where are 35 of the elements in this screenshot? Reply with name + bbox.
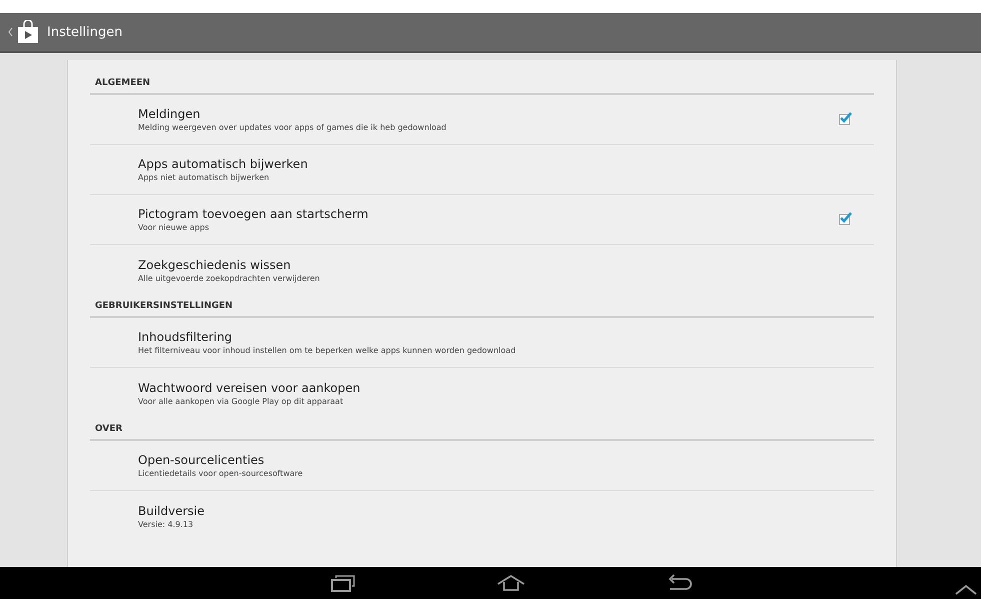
setting-summary: Versie: 4.9.13: [138, 520, 194, 528]
back-caret-icon[interactable]: [8, 27, 13, 37]
shopping-bag-play-icon[interactable]: [17, 20, 39, 44]
setting-title: Open-sourcelicenties: [138, 453, 266, 467]
home-icon[interactable]: [496, 574, 526, 592]
caret-up-icon[interactable]: [955, 583, 977, 595]
screen-title: Instellingen: [47, 24, 123, 40]
setting-title: Zoekgeschiedenis wissen: [138, 258, 292, 272]
setting-title: Inhoudsfiltering: [138, 330, 234, 344]
setting-summary: Het filterniveau voor inhoud instellen om te beperken welke apps kunnen worden gedownload: [138, 346, 517, 355]
recent-apps-icon[interactable]: [330, 574, 356, 592]
section-heading: ALGEMEEN: [90, 78, 874, 95]
section-heading: GEBRUIKERSINSTELLINGEN: [90, 301, 874, 318]
setting-title: Wachtwoord vereisen voor aankopen: [138, 380, 362, 394]
setting-summary: Licentiedetails voor open-sourcesoftware: [138, 469, 304, 478]
setting-summary: Voor nieuwe apps: [138, 223, 210, 232]
setting-summary: Alle uitgevoerde zoekopdrachten verwijderen: [138, 274, 321, 282]
settings-row[interactable]: Wachtwoord vereisen voor aankopen Voor alle aankopen via Google Play op dit apparaat: [90, 368, 874, 418]
settings-row[interactable]: Zoekgeschiedenis wissen Alle uitgevoerde zoekopdrachten verwijderen: [90, 245, 874, 295]
setting-title: Apps automatisch bijwerken: [138, 157, 309, 171]
settings-row[interactable]: Pictogram toevoegen aan startscherm Voor nieuwe apps: [90, 195, 874, 245]
settings-row[interactable]: Inhoudsfiltering Het filterniveau voor inhoud instellen om te beperken welke apps kunnen worden gedownload: [90, 318, 874, 368]
setting-title: Buildversie: [138, 504, 206, 518]
checkbox[interactable]: [839, 114, 850, 125]
section-heading: OVER: [90, 424, 874, 441]
setting-title: Meldingen: [138, 107, 202, 121]
setting-summary: Voor alle aankopen via Google Play op dit apparaat: [138, 396, 344, 406]
setting-summary: Melding weergeven over updates voor apps of games die ik heb gedownload: [138, 123, 448, 132]
setting-title: Pictogram toevoegen aan startscherm: [138, 207, 370, 221]
settings-row[interactable]: Open-sourcelicenties Licentiedetails voor open-sourcesoftware: [90, 441, 874, 491]
settings-row[interactable]: Buildversie Versie: 4.9.13: [90, 491, 874, 541]
settings-row[interactable]: Meldingen Melding weergeven over updates voor apps of games die ik heb gedownload: [90, 95, 874, 145]
settings-row[interactable]: Apps automatisch bijwerken Apps niet automatisch bijwerken: [90, 145, 874, 195]
setting-summary: Apps niet automatisch bijwerken: [138, 173, 270, 182]
checkbox[interactable]: [839, 214, 850, 225]
